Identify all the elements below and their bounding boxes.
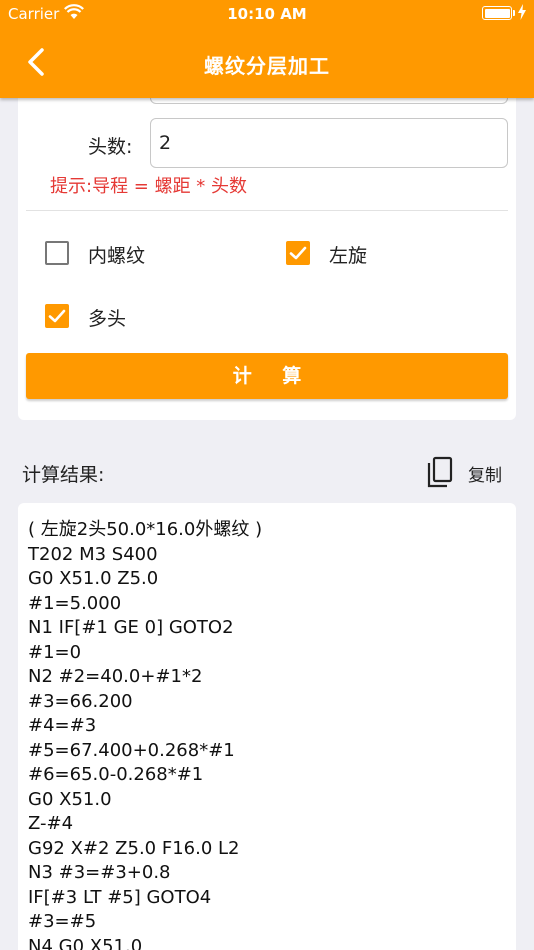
code-line: #5=67.400+0.268*#1 <box>28 739 235 761</box>
code-line: G0 X51.0 <box>28 788 112 810</box>
clock: 10:10 AM <box>227 5 307 23</box>
code-line: #4=#3 <box>28 715 97 736</box>
code-line: G92 X#2 Z5.0 F16.0 L2 <box>28 837 240 859</box>
internal-thread-checkbox[interactable] <box>45 241 69 265</box>
charging-icon <box>518 4 526 20</box>
code-line: N3 #3=#3+0.8 <box>28 862 171 883</box>
page-title: 螺纹分层加工 <box>204 54 330 78</box>
divider <box>26 210 508 211</box>
multi-start-checkbox[interactable] <box>45 304 69 328</box>
code-line: #1=5.000 <box>28 592 122 614</box>
code-line: N2 #2=40.0+#1*2 <box>28 666 203 687</box>
multi-start-label: 多头 <box>88 308 127 330</box>
result-title: 计算结果: <box>22 464 105 486</box>
calculate-button[interactable]: 计 算 <box>26 353 508 399</box>
code-line: T202 M3 S400 <box>28 543 158 565</box>
code-line: IF[#3 LT #5] GOTO4 <box>28 886 212 908</box>
code-line: N1 IF[#1 GE 0] GOTO2 <box>28 617 234 638</box>
left-hand-label: 左旋 <box>329 245 368 267</box>
status-bar: Carrier 10:10 AM <box>0 0 534 28</box>
code-line: N4 G0 X51.0 <box>28 935 143 950</box>
result-output: ( 左旋2头50.0*16.0外螺纹 ) T202 M3 S400 G0 X51… <box>18 503 516 950</box>
code-line: G0 X51.0 Z5.0 <box>28 568 159 589</box>
battery-icon <box>482 6 515 20</box>
code-line: ( 左旋2头50.0*16.0外螺纹 ) <box>28 519 263 540</box>
internal-thread-label: 内螺纹 <box>88 245 146 267</box>
code-line: Z-#4 <box>28 813 74 834</box>
app-header: Carrier 10:10 AM 螺纹分层加工 <box>0 0 534 98</box>
heads-label: 头数: <box>88 136 133 158</box>
form-card: 头数: 2 提示:导程 = 螺距 * 头数 内螺纹 左旋 多头 计 算 <box>18 80 516 420</box>
copy-label: 复制 <box>468 466 502 486</box>
copy-button[interactable]: 复制 <box>426 456 508 490</box>
code-line: #1=0 <box>28 641 82 663</box>
code-line: #3=#5 <box>28 911 97 932</box>
code-line: #6=65.0-0.268*#1 <box>28 764 204 785</box>
copy-icon <box>427 456 453 488</box>
left-hand-checkbox[interactable] <box>286 241 310 265</box>
lead-hint: 提示:导程 = 螺距 * 头数 <box>50 176 248 197</box>
code-line: #3=66.200 <box>28 690 133 712</box>
check-icon <box>289 246 307 260</box>
heads-input[interactable]: 2 <box>150 118 508 168</box>
check-icon <box>48 309 66 323</box>
